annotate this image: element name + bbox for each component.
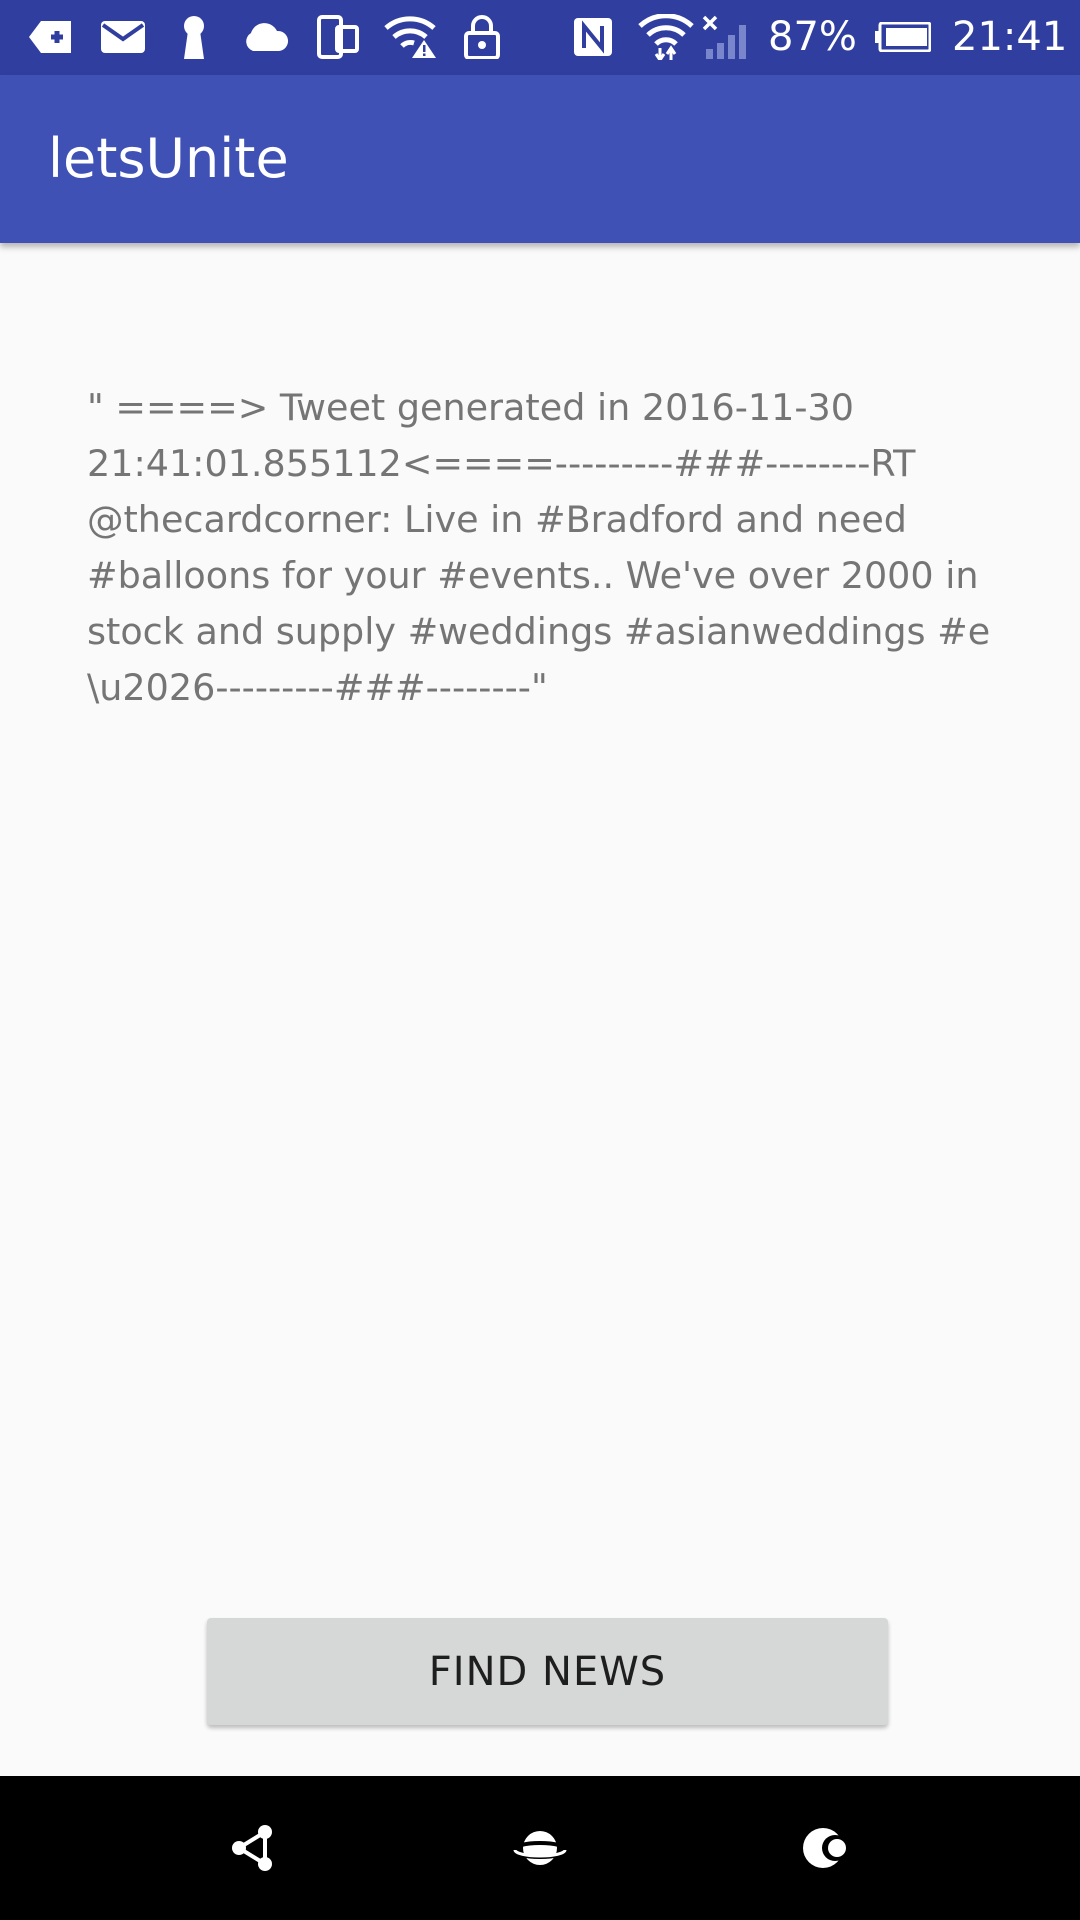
wifi-icon bbox=[636, 14, 696, 60]
app-title: letsUnite bbox=[48, 127, 289, 190]
clock: 21:41 bbox=[952, 14, 1068, 60]
tweet-text: " ====> Tweet generated in 2016-11-30 21… bbox=[87, 386, 991, 709]
status-bar: 87% 21:41 bbox=[0, 0, 1080, 75]
signal-off-icon bbox=[702, 14, 752, 60]
battery-icon bbox=[874, 14, 932, 60]
keyhole-icon bbox=[176, 14, 212, 60]
find-news-button[interactable]: FIND NEWS bbox=[207, 1618, 888, 1725]
wifi-alert-icon bbox=[384, 14, 438, 60]
moon-icon[interactable] bbox=[797, 1818, 857, 1878]
planet-icon[interactable] bbox=[510, 1818, 570, 1878]
app-bar: letsUnite bbox=[0, 75, 1080, 243]
dual-screen-icon bbox=[316, 14, 360, 60]
nfc-icon bbox=[570, 14, 616, 60]
battery-percent: 87% bbox=[768, 14, 857, 60]
delete-key-icon bbox=[28, 14, 74, 60]
share-nodes-icon[interactable] bbox=[223, 1818, 283, 1878]
cloud-icon bbox=[240, 14, 290, 60]
lock-icon bbox=[462, 14, 502, 60]
mail-icon bbox=[100, 14, 146, 60]
navigation-bar bbox=[0, 1776, 1080, 1920]
